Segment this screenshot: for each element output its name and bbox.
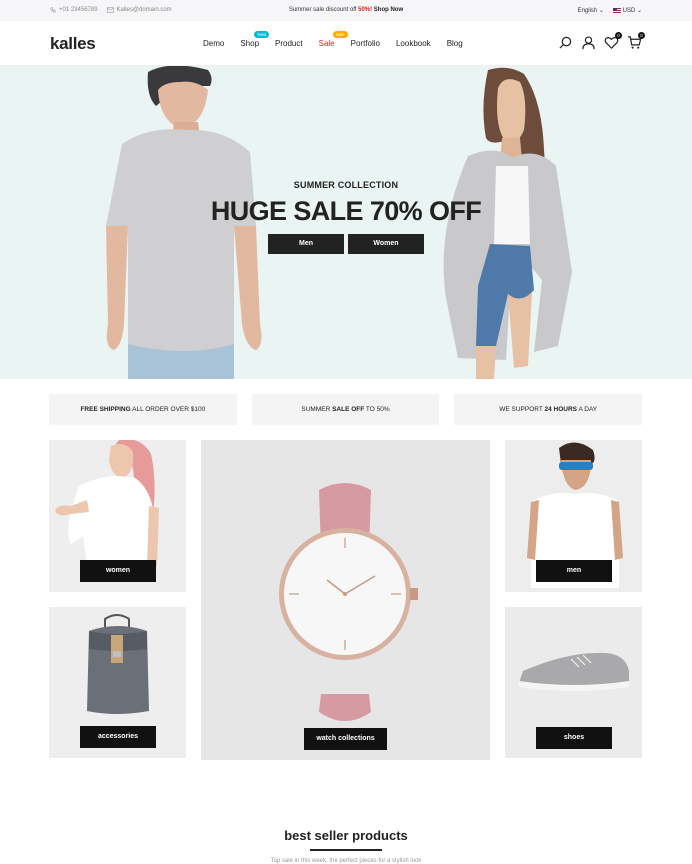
service-support: WE SUPPORT 24 HOURS A DAY bbox=[454, 394, 643, 425]
men-category-button[interactable]: men bbox=[536, 560, 612, 582]
main-header: kalles Demo Shop New Product Sale Sale Por… bbox=[0, 21, 692, 66]
category-women[interactable]: women bbox=[49, 440, 186, 592]
search-button[interactable] bbox=[558, 35, 573, 50]
chevron-down-icon: ⌄ bbox=[636, 8, 642, 14]
nav-item-demo[interactable]: Demo bbox=[203, 39, 224, 48]
service-summer-sale: SUMMER SALE OFF TO 50% bbox=[251, 394, 440, 425]
category-watch-collections[interactable]: watch collections bbox=[201, 440, 490, 760]
hero-subtitle: SUMMER COLLECTION bbox=[293, 180, 399, 190]
nav-item-portfolio[interactable]: Portfolio bbox=[351, 39, 380, 48]
shop-men-button[interactable]: Men bbox=[268, 234, 344, 254]
currency-selector[interactable]: USD ⌄ bbox=[612, 7, 642, 14]
nav-item-sale[interactable]: Sale Sale bbox=[318, 31, 348, 48]
hero-banner: SUMMER COLLECTION HUGE SALE 70% OFF Men … bbox=[0, 66, 692, 379]
hero-content: SUMMER COLLECTION HUGE SALE 70% OFF Men … bbox=[0, 180, 692, 254]
shop-now-link[interactable]: Shop Now bbox=[374, 7, 403, 13]
cart-button[interactable]: 0 bbox=[627, 32, 645, 50]
nav-item-lookbook[interactable]: Lookbook bbox=[396, 39, 431, 48]
us-flag-icon bbox=[612, 7, 621, 13]
currency-label: USD bbox=[622, 8, 636, 14]
shoes-category-button[interactable]: shoes bbox=[536, 727, 612, 749]
service-bar: FREE SHIPPING ALL ORDER OVER $100 SUMMER… bbox=[49, 394, 643, 425]
watch-category-button[interactable]: watch collections bbox=[304, 728, 387, 750]
chevron-down-icon: ⌄ bbox=[598, 8, 604, 14]
watch-category-image bbox=[279, 483, 418, 721]
promo-text: Summer sale discount off bbox=[288, 7, 357, 13]
section-subtext: Top sale in this week, the perfect piece… bbox=[270, 858, 422, 864]
wishlist-count: 0 bbox=[615, 32, 622, 39]
sale-badge: Sale bbox=[332, 31, 348, 38]
category-accessories[interactable]: accessories bbox=[49, 607, 186, 758]
search-icon bbox=[559, 36, 572, 49]
promo-percent: 50%! bbox=[358, 7, 373, 13]
category-shoes[interactable]: shoes bbox=[505, 607, 642, 758]
main-nav: Demo Shop New Product Sale Sale Portfolio … bbox=[203, 31, 479, 48]
accessories-category-button[interactable]: accessories bbox=[80, 726, 156, 748]
category-men[interactable]: men bbox=[505, 440, 642, 592]
nav-item-blog[interactable]: Blog bbox=[447, 39, 463, 48]
top-bar: +01 23456789 Kalles@domain.com Summer sa… bbox=[0, 0, 692, 21]
cart-count: 0 bbox=[638, 32, 645, 39]
logo[interactable]: kalles bbox=[50, 34, 96, 54]
user-icon bbox=[582, 36, 595, 50]
nav-item-shop[interactable]: Shop New bbox=[240, 31, 270, 48]
nav-label: Shop bbox=[240, 39, 260, 48]
new-badge: New bbox=[254, 31, 270, 38]
service-free-shipping: FREE SHIPPING ALL ORDER OVER $100 bbox=[49, 394, 237, 425]
women-category-button[interactable]: women bbox=[80, 560, 156, 582]
language-selector[interactable]: English ⌄ bbox=[578, 7, 604, 14]
account-button[interactable] bbox=[581, 35, 596, 50]
heading-underline bbox=[310, 849, 382, 851]
nav-item-product[interactable]: Product bbox=[275, 39, 303, 48]
language-label: English bbox=[577, 8, 598, 14]
section-heading: best seller products bbox=[284, 828, 408, 843]
wishlist-button[interactable]: 0 bbox=[604, 32, 622, 50]
shop-women-button[interactable]: Women bbox=[348, 234, 424, 254]
hero-title: HUGE SALE 70% OFF bbox=[210, 196, 482, 226]
nav-label: Sale bbox=[318, 39, 335, 48]
